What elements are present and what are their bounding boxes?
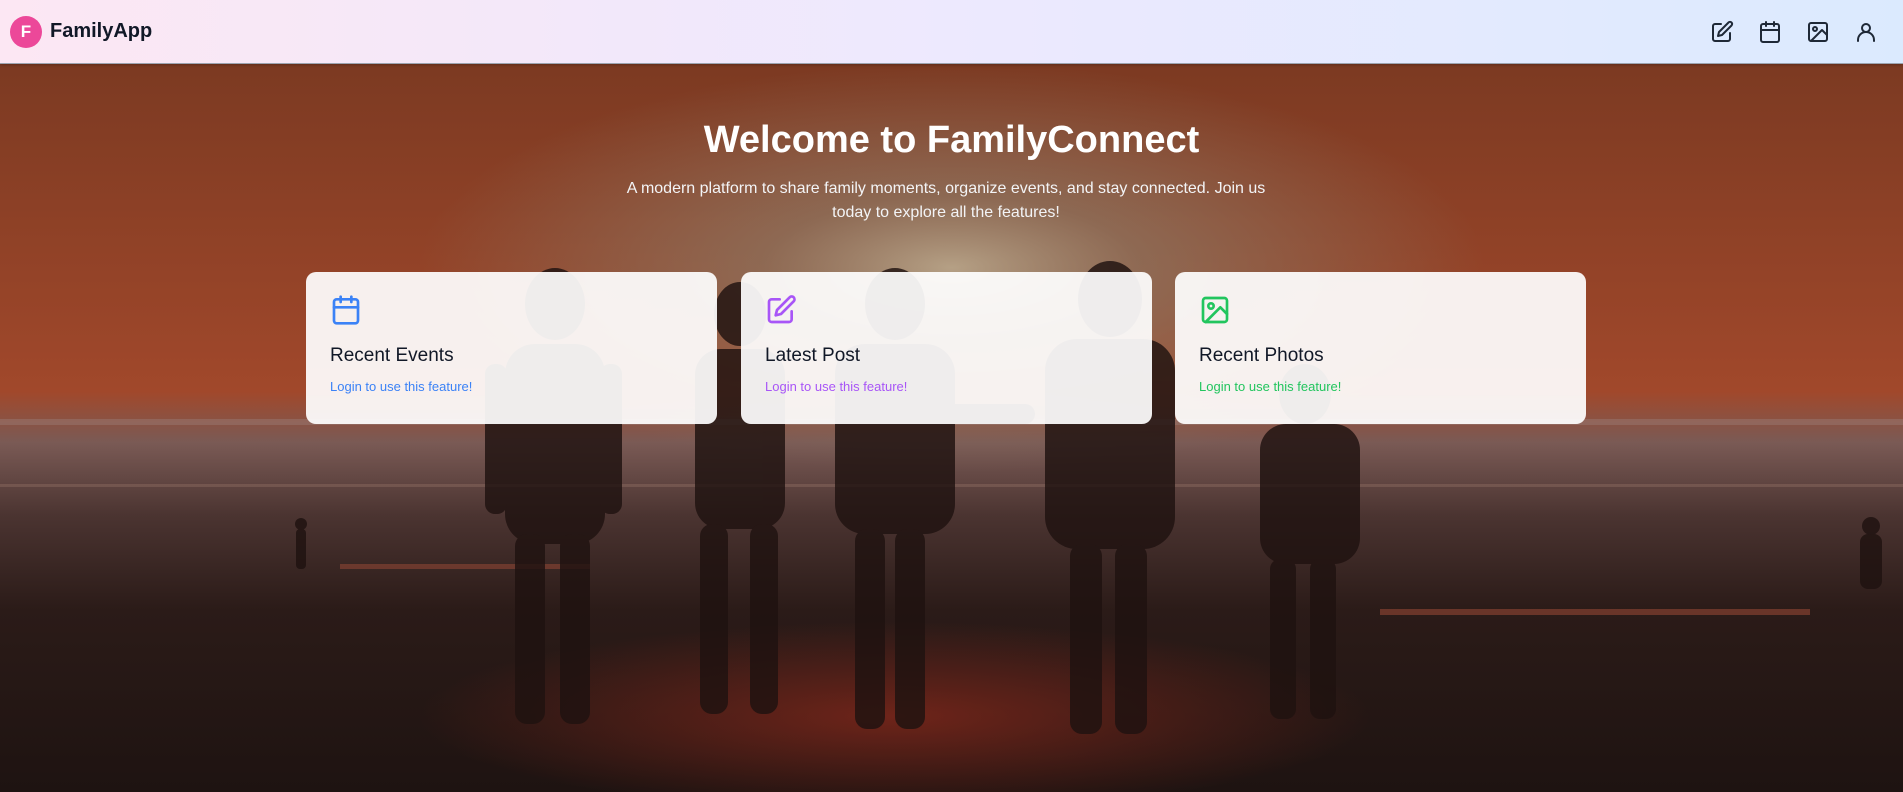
recent-events-card[interactable]: Recent Events Login to use this feature!: [306, 272, 717, 424]
edit-icon[interactable]: [1707, 17, 1737, 47]
image-icon[interactable]: [1803, 17, 1833, 47]
calendar-icon[interactable]: [1755, 17, 1785, 47]
card-login-note: Login to use this feature!: [1199, 379, 1342, 394]
hero-subtitle: A modern platform to share family moment…: [626, 180, 1266, 221]
page: F FamilyApp Welcome to FamilyConnect A m…: [0, 0, 1903, 792]
hero-title: Welcome to FamilyConnect: [703, 119, 1200, 161]
edit-icon: [765, 294, 1128, 331]
nav-icons: [1707, 17, 1881, 47]
hero-section: Welcome to FamilyConnect A modern platfo…: [0, 64, 1903, 792]
image-icon: [1199, 294, 1562, 331]
brand-name: FamilyApp: [50, 20, 153, 42]
brand-logo: F: [10, 15, 42, 48]
card-title: Latest Post: [765, 345, 861, 366]
navbar: F FamilyApp: [0, 0, 1903, 64]
latest-post-card[interactable]: Latest Post Login to use this feature!: [741, 272, 1152, 424]
recent-photos-card[interactable]: Recent Photos Login to use this feature!: [1175, 272, 1586, 424]
brand-link[interactable]: F FamilyApp: [10, 15, 153, 48]
hero-content: Welcome to FamilyConnect A modern platfo…: [0, 64, 1903, 792]
card-title: Recent Photos: [1199, 345, 1324, 366]
card-title: Recent Events: [330, 345, 454, 366]
card-login-note: Login to use this feature!: [765, 379, 908, 394]
card-login-note: Login to use this feature!: [330, 379, 473, 394]
user-icon[interactable]: [1851, 17, 1881, 47]
calendar-icon: [330, 294, 693, 331]
